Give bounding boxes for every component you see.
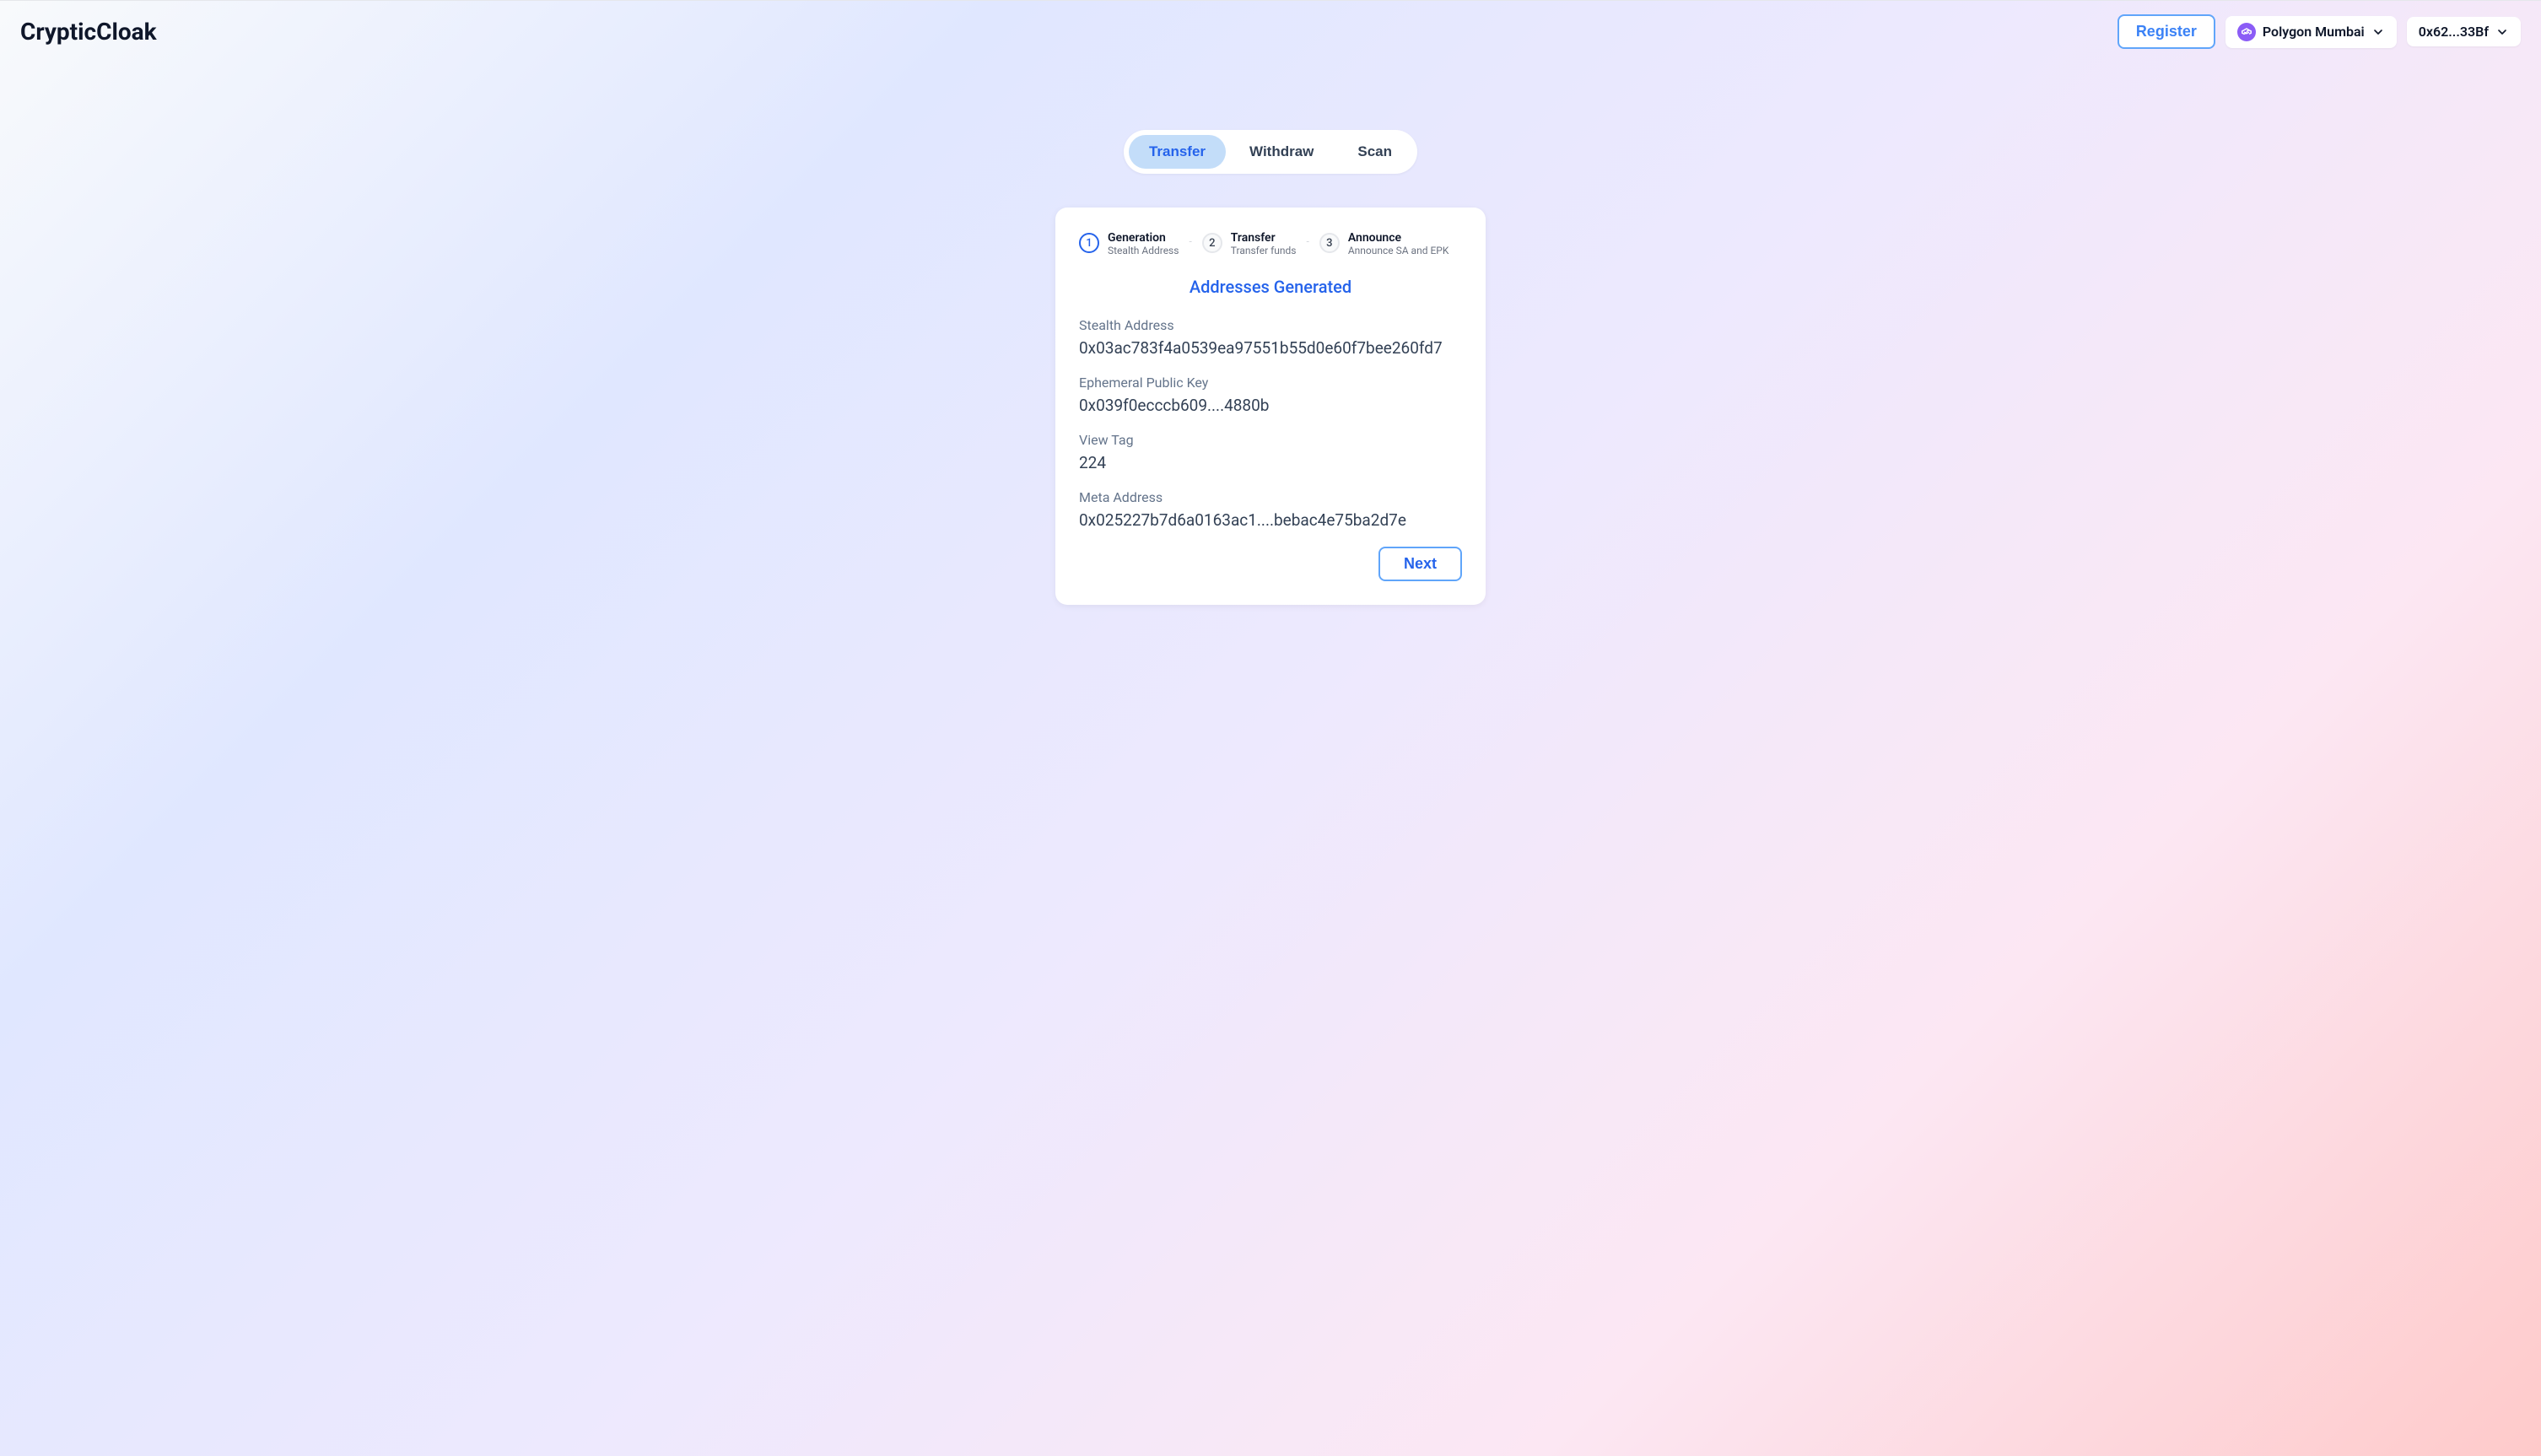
- network-label: Polygon Mumbai: [2263, 24, 2365, 40]
- register-button[interactable]: Register: [2118, 14, 2215, 49]
- field-value: 224: [1079, 453, 1462, 472]
- step-announce: 3 Announce Announce SA and EPK: [1319, 231, 1449, 256]
- polygon-icon: [2237, 23, 2256, 41]
- transfer-card: 1 Generation Stealth Address - 2 Transfe…: [1055, 208, 1486, 605]
- step-title: Transfer: [1231, 231, 1297, 245]
- header-right: Register Polygon Mumbai 0x62...33Bf: [2118, 14, 2521, 49]
- field-value: 0x025227b7d6a0163ac1....bebac4e75ba2d7e: [1079, 510, 1462, 530]
- tab-transfer[interactable]: Transfer: [1129, 135, 1226, 169]
- step-subtitle: Stealth Address: [1108, 245, 1179, 256]
- tab-withdraw[interactable]: Withdraw: [1229, 135, 1334, 169]
- step-transfer: 2 Transfer Transfer funds: [1202, 231, 1297, 256]
- field-view-tag: View Tag 224: [1079, 432, 1462, 472]
- stepper: 1 Generation Stealth Address - 2 Transfe…: [1079, 231, 1462, 256]
- header: CrypticCloak Register Polygon Mumbai 0x6…: [0, 1, 2541, 62]
- field-value: 0x03ac783f4a0539ea97551b55d0e60f7bee260f…: [1079, 338, 1462, 358]
- main-content: Transfer Withdraw Scan 1 Generation Stea…: [0, 62, 2541, 605]
- section-heading: Addresses Generated: [1079, 277, 1462, 297]
- tab-group: Transfer Withdraw Scan: [1124, 130, 1417, 174]
- step-title: Generation: [1108, 231, 1179, 245]
- step-labels: Transfer Transfer funds: [1231, 231, 1297, 256]
- field-label: View Tag: [1079, 432, 1462, 448]
- wallet-label: 0x62...33Bf: [2419, 24, 2489, 40]
- step-subtitle: Announce SA and EPK: [1348, 245, 1449, 256]
- chevron-down-icon: [2371, 25, 2385, 39]
- card-footer: Next: [1079, 547, 1462, 581]
- step-number: 2: [1202, 233, 1222, 253]
- step-title: Announce: [1348, 231, 1449, 245]
- step-separator: -: [1189, 235, 1191, 247]
- step-number: 1: [1079, 233, 1099, 253]
- step-separator: -: [1307, 235, 1309, 247]
- network-selector[interactable]: Polygon Mumbai: [2225, 16, 2397, 48]
- app-logo: CrypticCloak: [20, 18, 157, 46]
- step-labels: Announce Announce SA and EPK: [1348, 231, 1449, 256]
- field-meta-address: Meta Address 0x025227b7d6a0163ac1....beb…: [1079, 489, 1462, 530]
- field-value: 0x039f0ecccb609....4880b: [1079, 396, 1462, 415]
- field-label: Ephemeral Public Key: [1079, 375, 1462, 391]
- next-button[interactable]: Next: [1378, 547, 1462, 581]
- field-label: Stealth Address: [1079, 317, 1462, 333]
- chevron-down-icon: [2495, 25, 2509, 39]
- step-number: 3: [1319, 233, 1340, 253]
- step-generation: 1 Generation Stealth Address: [1079, 231, 1179, 256]
- step-labels: Generation Stealth Address: [1108, 231, 1179, 256]
- tab-scan[interactable]: Scan: [1337, 135, 1412, 169]
- field-label: Meta Address: [1079, 489, 1462, 505]
- field-ephemeral-public-key: Ephemeral Public Key 0x039f0ecccb609....…: [1079, 375, 1462, 415]
- step-subtitle: Transfer funds: [1231, 245, 1297, 256]
- wallet-selector[interactable]: 0x62...33Bf: [2407, 17, 2521, 46]
- field-stealth-address: Stealth Address 0x03ac783f4a0539ea97551b…: [1079, 317, 1462, 358]
